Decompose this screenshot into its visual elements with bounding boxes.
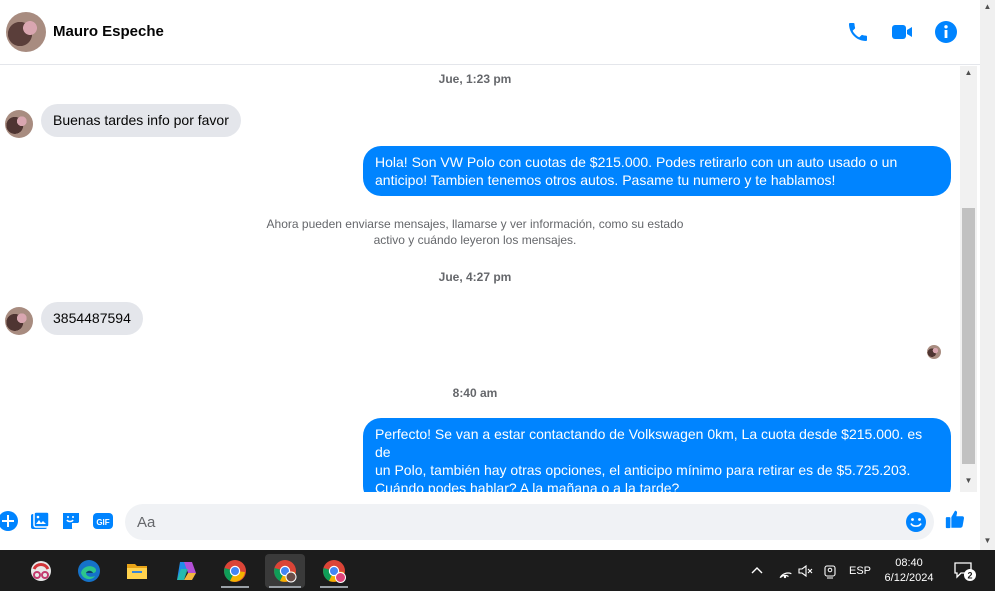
scroll-thumb[interactable] <box>962 208 975 464</box>
message-bubble-outgoing[interactable]: Hola! Son VW Polo con cuotas de $215.000… <box>363 146 951 196</box>
message-input[interactable] <box>125 504 934 540</box>
copilot-icon[interactable] <box>166 554 206 588</box>
contact-avatar[interactable] <box>6 12 46 52</box>
notification-count: 2 <box>967 570 972 580</box>
page-scroll-up-arrow[interactable]: ▲ <box>980 2 995 11</box>
tray-overflow-chevron-icon[interactable] <box>750 550 764 591</box>
system-message-line: Ahora pueden enviarse mensajes, llamarse… <box>266 217 684 231</box>
message-line: Perfecto! Se van a estar contactando de … <box>375 426 923 460</box>
emoji-icon[interactable] <box>905 511 927 533</box>
scroll-down-arrow[interactable]: ▼ <box>960 474 977 488</box>
scroll-up-arrow[interactable]: ▲ <box>960 66 977 80</box>
message-line: Cuándo podes hablar? A la mañana o a la … <box>375 480 680 492</box>
contact-avatar-small[interactable] <box>5 307 33 335</box>
language-label: ESP <box>849 564 872 577</box>
message-line: anticipo! Tambien tenemos otros autos. P… <box>375 172 836 188</box>
volume-muted-icon[interactable] <box>797 550 813 591</box>
file-explorer-icon[interactable] <box>117 554 157 588</box>
sticker-icon[interactable] <box>60 510 82 532</box>
camera-tray-icon[interactable] <box>822 550 838 591</box>
contact-name[interactable]: Mauro Espeche <box>53 23 164 40</box>
running-indicator <box>320 586 348 588</box>
messenger-window: Mauro Espeche Jue, 1:23 pm Buenas tardes… <box>0 0 995 591</box>
clock-time: 08:40 <box>895 557 923 569</box>
notification-center-icon[interactable]: 2 <box>953 550 977 591</box>
snipping-tool-icon[interactable] <box>21 554 61 588</box>
chrome-icon[interactable] <box>215 554 255 588</box>
edge-icon[interactable] <box>69 554 109 588</box>
message-bubble-outgoing[interactable]: Perfecto! Se van a estar contactando de … <box>363 418 951 492</box>
image-icon[interactable] <box>29 510 51 532</box>
gif-icon[interactable]: GIF <box>92 510 114 532</box>
info-icon[interactable] <box>934 20 958 44</box>
chrome-profile-icon[interactable] <box>265 554 305 588</box>
like-icon[interactable] <box>944 508 968 532</box>
message-bubble-incoming[interactable]: Buenas tardes info por favor <box>41 104 241 137</box>
windows-taskbar: ESP 08:40 6/12/2024 2 <box>0 550 995 591</box>
chrome-profile-c-icon[interactable] <box>314 554 354 588</box>
message-bubble-incoming[interactable]: 3854487594 <box>41 302 143 335</box>
system-clock[interactable]: 08:40 6/12/2024 <box>878 556 940 586</box>
active-indicator <box>269 586 301 588</box>
system-message: Ahora pueden enviarse mensajes, llamarse… <box>0 216 950 248</box>
page-scroll-down-arrow[interactable]: ▼ <box>980 536 995 545</box>
seen-receipt-avatar <box>927 345 941 359</box>
video-call-icon[interactable] <box>890 20 914 44</box>
timestamp: 8:40 am <box>452 386 498 400</box>
chat-scrollbar[interactable]: ▲ ▼ <box>960 66 977 492</box>
running-indicator <box>221 586 249 588</box>
timestamp: Jue, 4:27 pm <box>438 270 512 284</box>
message-composer: GIF <box>0 494 980 550</box>
message-line: un Polo, también hay otras opciones, el … <box>375 462 911 478</box>
chat-header: Mauro Espeche <box>0 0 980 65</box>
system-message-line: activo y cuándo leyeron los mensajes. <box>373 233 577 247</box>
timestamp: Jue, 1:23 pm <box>438 72 512 86</box>
contact-avatar-small[interactable] <box>5 110 33 138</box>
page-scrollbar[interactable]: ▲ ▼ <box>980 0 995 550</box>
gif-label: GIF <box>96 518 109 527</box>
clock-date: 6/12/2024 <box>884 572 934 584</box>
wifi-icon[interactable] <box>776 550 792 591</box>
phone-icon[interactable] <box>846 20 870 44</box>
message-line: Hola! Son VW Polo con cuotas de $215.000… <box>375 154 898 170</box>
message-list[interactable]: Jue, 1:23 pm Buenas tardes info por favo… <box>0 66 960 492</box>
language-indicator[interactable]: ESP <box>849 550 871 591</box>
plus-icon[interactable] <box>0 510 19 532</box>
